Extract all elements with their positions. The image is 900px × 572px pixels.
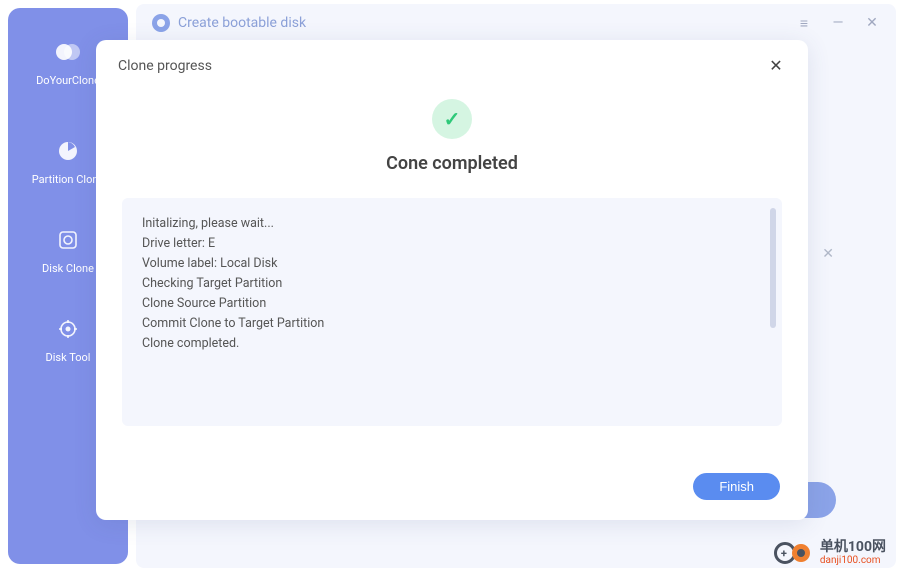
- modal-title: Clone progress: [118, 58, 212, 74]
- app-icon: [152, 14, 170, 32]
- finish-button[interactable]: Finish: [693, 473, 780, 500]
- pie-icon: [54, 137, 82, 165]
- menu-icon[interactable]: ≡: [796, 15, 812, 32]
- logo-icon: [54, 38, 82, 66]
- background-close-icon[interactable]: ✕: [822, 246, 834, 262]
- close-icon[interactable]: ✕: [864, 15, 880, 32]
- sidebar-logo[interactable]: DoYourClone: [36, 38, 100, 87]
- sidebar-item-label: Disk Clone: [42, 262, 94, 275]
- sidebar-item-label: Disk Tool: [46, 351, 91, 364]
- clone-progress-modal: Clone progress ✕ ✓ Cone completed Inital…: [96, 40, 808, 520]
- watermark-text-bottom: danji100.com: [820, 555, 886, 566]
- disk-icon: [54, 226, 82, 254]
- watermark-text: 单机100网 danji100.com: [820, 540, 886, 566]
- window-controls: ≡ — ✕: [796, 15, 880, 32]
- scrollbar[interactable]: [770, 208, 776, 328]
- log-line: Clone completed.: [142, 334, 762, 354]
- log-line: Drive letter: E: [142, 234, 762, 254]
- gear-icon: [54, 315, 82, 343]
- logo-label: DoYourClone: [36, 74, 100, 87]
- sidebar-item-partition-clone[interactable]: Partition Clone: [32, 137, 105, 186]
- minimize-icon[interactable]: —: [830, 15, 846, 32]
- log-line: Commit Clone to Target Partition: [142, 314, 762, 334]
- success-icon-wrap: ✓: [118, 99, 786, 139]
- log-line: Volume label: Local Disk: [142, 254, 762, 274]
- modal-footer: Finish: [118, 457, 786, 500]
- log-line: Clone Source Partition: [142, 294, 762, 314]
- completed-title: Cone completed: [118, 153, 786, 174]
- log-line: Initalizing, please wait...: [142, 214, 762, 234]
- sidebar-item-label: Partition Clone: [32, 173, 105, 186]
- modal-header: Clone progress ✕: [118, 56, 786, 91]
- sidebar-item-disk-tool[interactable]: Disk Tool: [46, 315, 91, 364]
- title-bar: Create bootable disk ≡ — ✕: [136, 4, 896, 42]
- log-lines: Initalizing, please wait... Drive letter…: [142, 214, 762, 354]
- page-title: Create bootable disk: [178, 15, 788, 31]
- watermark: + 单机100网 danji100.com: [774, 540, 886, 566]
- watermark-text-top: 单机100网: [820, 540, 886, 555]
- log-panel: Initalizing, please wait... Drive letter…: [122, 198, 782, 426]
- success-check-icon: ✓: [432, 99, 472, 139]
- watermark-icon: +: [774, 540, 814, 566]
- sidebar-item-disk-clone[interactable]: Disk Clone: [42, 226, 94, 275]
- modal-close-icon[interactable]: ✕: [766, 56, 786, 75]
- log-line: Checking Target Partition: [142, 274, 762, 294]
